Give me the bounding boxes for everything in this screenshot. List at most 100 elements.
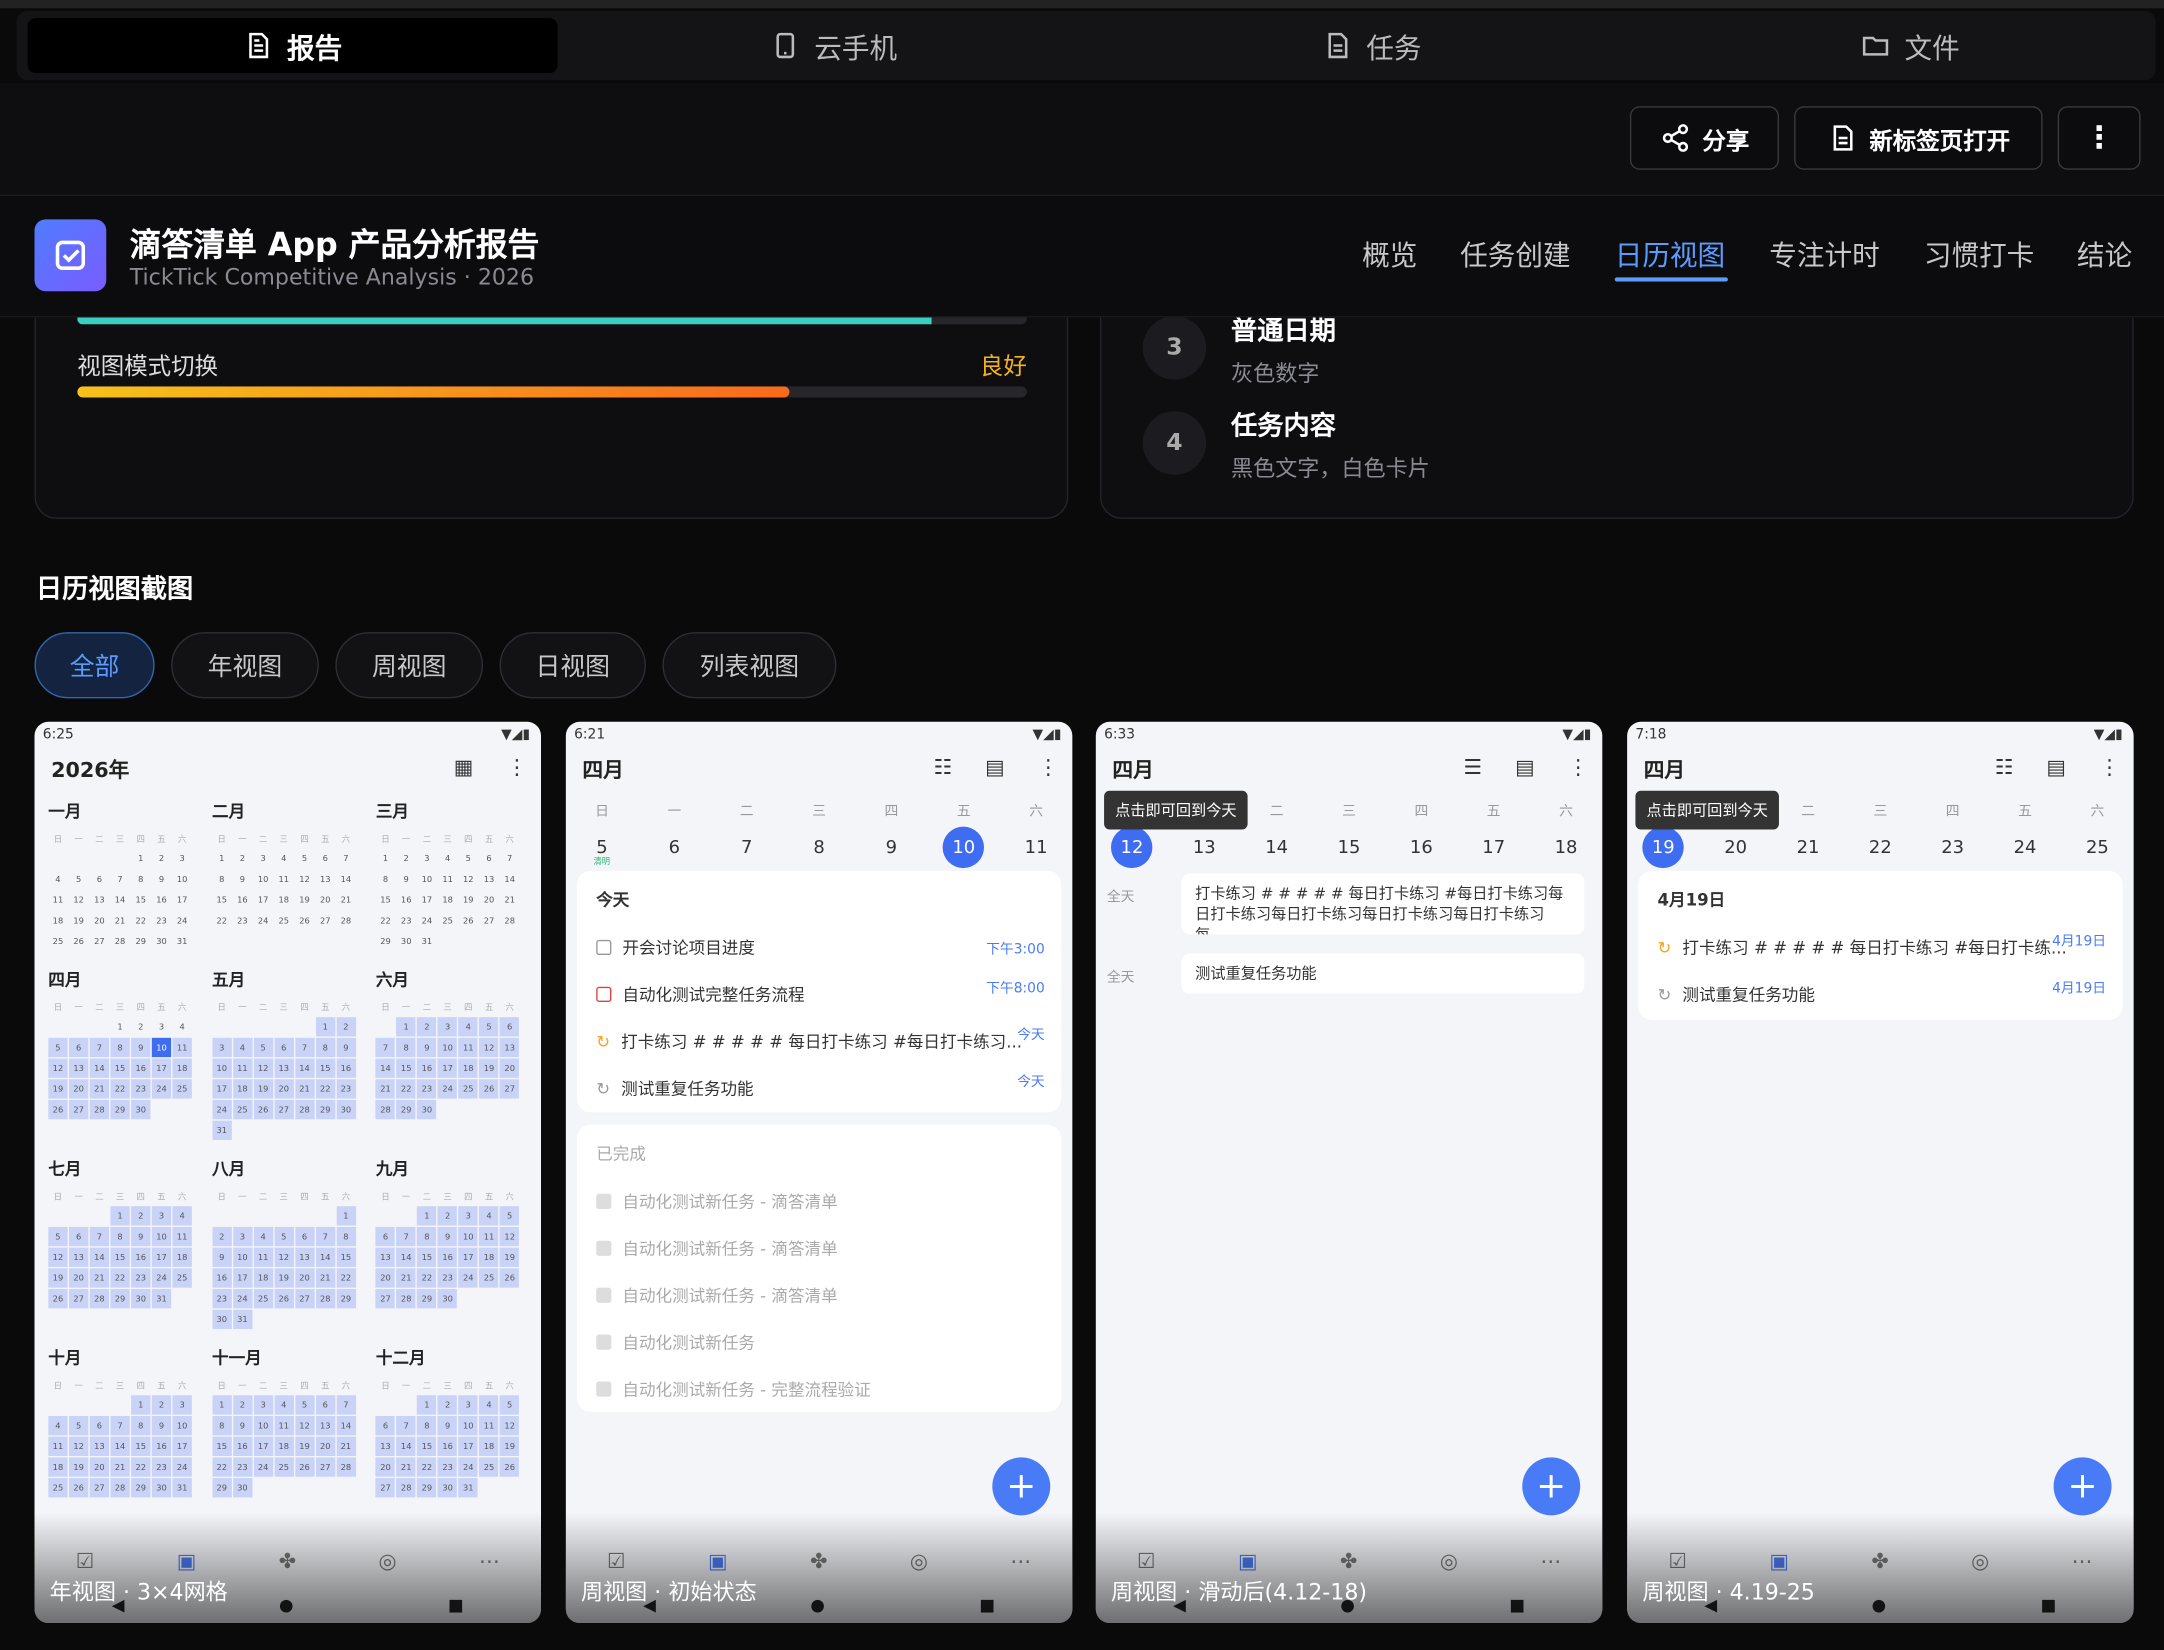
day-cell[interactable]: 31 — [212, 1120, 232, 1140]
day-cell[interactable]: 14 — [110, 1436, 130, 1457]
month-block[interactable]: 十月日一二三四五六 1 2 3 4 5 6 7 8 9 10 11 12 13 14 15 16 17 18 19 20… — [48, 1346, 201, 1498]
day[interactable]: 22 — [1860, 827, 1901, 868]
day-cell[interactable]: 24 — [253, 911, 272, 930]
day-cell[interactable]: 12 — [69, 890, 88, 909]
day-cell[interactable]: 11 — [48, 1436, 68, 1457]
day-cell[interactable]: 6 — [274, 1037, 294, 1058]
day-cell[interactable]: 8 — [131, 869, 150, 888]
day-cell[interactable]: 13 — [69, 1058, 89, 1078]
day-cell[interactable]: 19 — [500, 1436, 520, 1457]
day-cell[interactable]: 16 — [151, 1436, 172, 1457]
day-cell[interactable]: 15 — [417, 1247, 437, 1267]
day-cell[interactable]: 29 — [131, 932, 150, 951]
day-cell[interactable]: 28 — [89, 1099, 110, 1120]
month-block[interactable]: 十一月日一二三四五六 1 2 3 4 5 6 7 8 9 10 11 12 13 14 15 16 17 18 19 2… — [212, 1346, 365, 1498]
day-cell[interactable]: 9 — [336, 1037, 356, 1058]
add-task-button[interactable]: + — [1522, 1457, 1581, 1516]
day-cell[interactable]: 21 — [336, 890, 355, 909]
day-cell[interactable]: 24 — [172, 1457, 192, 1477]
day-cell[interactable]: 28 — [315, 1289, 335, 1309]
share-button[interactable]: 分享 — [1629, 106, 1779, 170]
day-cell[interactable]: 30 — [151, 1478, 172, 1498]
day-cell[interactable]: 23 — [131, 1079, 151, 1099]
day-cell[interactable]: 1 — [131, 1395, 151, 1415]
day-cell[interactable]: 16 — [336, 1058, 356, 1078]
day-cell[interactable]: 10 — [458, 1226, 478, 1247]
day-cell[interactable]: 26 — [479, 1079, 499, 1099]
day-cell[interactable]: 12 — [459, 869, 478, 888]
day-cell[interactable]: 31 — [172, 1478, 192, 1498]
day-cell[interactable]: 13 — [375, 1247, 396, 1267]
day-cell[interactable]: 5 — [500, 1206, 520, 1226]
month-block[interactable]: 六月日一二三四五六 1 2 3 4 5 6 7 8 9 10 11 12 13 14 15 16 17 18 19 20… — [375, 967, 529, 1140]
day[interactable]: 16 — [1401, 827, 1442, 868]
day-cell[interactable]: 30 — [437, 1289, 458, 1309]
day-cell[interactable]: 26 — [295, 911, 314, 930]
day-cell[interactable]: 28 — [500, 911, 519, 930]
day-cell[interactable]: 9 — [152, 869, 171, 888]
day-cell[interactable]: 13 — [315, 1415, 335, 1436]
day-cell[interactable]: 17 — [232, 1268, 253, 1288]
day-cell[interactable]: 2 — [233, 849, 252, 868]
checkbox[interactable] — [596, 939, 612, 956]
day-cell[interactable]: 17 — [173, 890, 192, 909]
day-cell[interactable]: 4 — [173, 1017, 192, 1036]
task-row[interactable]: ↻ 打卡练习 # # # # # 每日打卡练习 #每日打卡练习... — [596, 1030, 1022, 1053]
day-cell[interactable]: 4 — [458, 1017, 478, 1037]
day-cell[interactable]: 27 — [315, 1457, 335, 1477]
day-cell[interactable]: 15 — [417, 1436, 437, 1457]
nav-task-creation[interactable]: 任务创建 — [1460, 233, 1570, 273]
day-cell[interactable]: 15 — [131, 1436, 151, 1457]
day-cell[interactable]: 6 — [90, 869, 109, 888]
day[interactable]: 15 — [1328, 827, 1369, 868]
day-cell[interactable]: 22 — [212, 911, 231, 930]
day-cell[interactable]: 17 — [172, 1436, 192, 1457]
day-cell[interactable]: 4 — [479, 1395, 499, 1415]
day-cell[interactable]: 23 — [437, 1457, 458, 1477]
day-cell[interactable]: 11 — [479, 1415, 499, 1436]
day-cell[interactable]: 21 — [375, 1079, 396, 1099]
day-cell[interactable]: 14 — [294, 1058, 315, 1078]
day-cell[interactable]: 30 — [212, 1309, 232, 1330]
day-cell[interactable]: 14 — [89, 1247, 110, 1267]
day-cell[interactable]: 2 — [437, 1395, 458, 1415]
day-cell[interactable]: 15 — [396, 1058, 416, 1078]
day-cell[interactable]: 5 — [274, 1226, 294, 1247]
day-cell[interactable]: 19 — [274, 1268, 294, 1288]
day-cell[interactable]: 1 — [315, 1017, 335, 1037]
day[interactable]: 23 — [1932, 827, 1973, 868]
month-block[interactable]: 五月日一二三四五六 1 2 3 4 5 6 7 8 9 10 11 12 13 14 15 16 17 18 19 20… — [212, 967, 365, 1140]
day-cell[interactable]: 14 — [375, 1058, 396, 1078]
day-cell[interactable]: 27 — [89, 1478, 110, 1498]
tab-cloud-phone[interactable]: 云手机 — [569, 18, 1099, 73]
day-cell[interactable]: 24 — [212, 1099, 232, 1120]
day-cell[interactable]: 22 — [417, 1457, 437, 1477]
day-cell[interactable]: 8 — [212, 869, 231, 888]
day-cell[interactable]: 16 — [437, 1436, 458, 1457]
day-cell[interactable]: 10 — [253, 1415, 273, 1436]
day-cell[interactable]: 16 — [152, 890, 171, 909]
day-cell[interactable]: 18 — [232, 1079, 253, 1099]
day-cell[interactable]: 18 — [253, 1268, 273, 1288]
day-cell[interactable]: 26 — [459, 911, 478, 930]
day-cell[interactable]: 2 — [151, 1395, 172, 1415]
day-selected[interactable]: 12 — [1111, 826, 1153, 869]
day-cell[interactable]: 12 — [295, 869, 314, 888]
day-cell[interactable]: 22 — [417, 1268, 437, 1288]
day-cell[interactable]: 21 — [315, 1268, 335, 1288]
day-cell[interactable]: 20 — [375, 1457, 396, 1477]
day-cell[interactable]: 26 — [500, 1457, 520, 1477]
day-cell[interactable]: 16 — [131, 1058, 151, 1078]
day-cell[interactable]: 14 — [89, 1058, 110, 1078]
screenshot-year-view[interactable]: 6:25 ▼◢▮ 2026年 ▦ ⋮ 一月日一二三四五六 1 2 3 4 5 6 7 8 9 10 11… — [34, 721, 541, 1623]
day-cell[interactable]: 15 — [212, 890, 231, 909]
day-cell[interactable]: 14 — [396, 1436, 416, 1457]
day-cell[interactable]: 24 — [458, 1457, 478, 1477]
day-cell[interactable]: 1 — [376, 849, 395, 868]
day-cell[interactable]: 27 — [316, 911, 335, 930]
tab-report[interactable]: 报告 — [27, 17, 558, 74]
day[interactable]: 8 — [798, 827, 839, 868]
day-cell[interactable]: 4 — [274, 849, 293, 868]
day-cell[interactable]: 11 — [172, 1226, 192, 1247]
day-cell[interactable]: 17 — [437, 1058, 458, 1078]
